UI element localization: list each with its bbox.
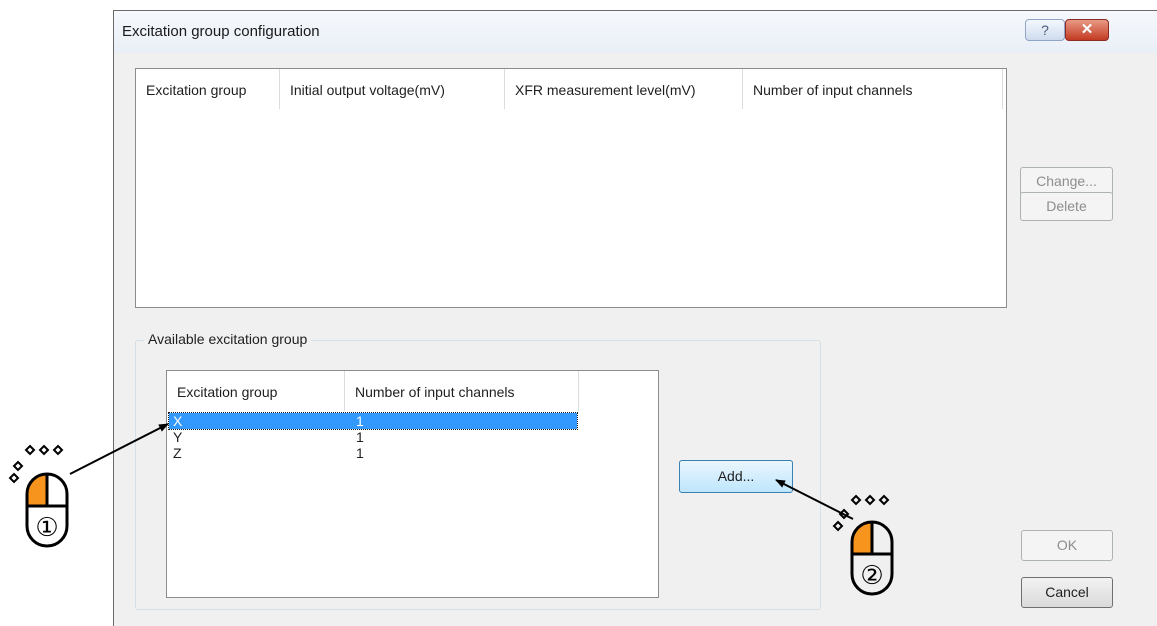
annotation-arrows bbox=[69, 423, 854, 520]
mouse-click-icon: ② bbox=[832, 494, 894, 596]
step1-number: ① bbox=[35, 513, 58, 543]
step2-number: ② bbox=[860, 561, 883, 591]
mouse-click-icon: ① bbox=[8, 444, 69, 548]
